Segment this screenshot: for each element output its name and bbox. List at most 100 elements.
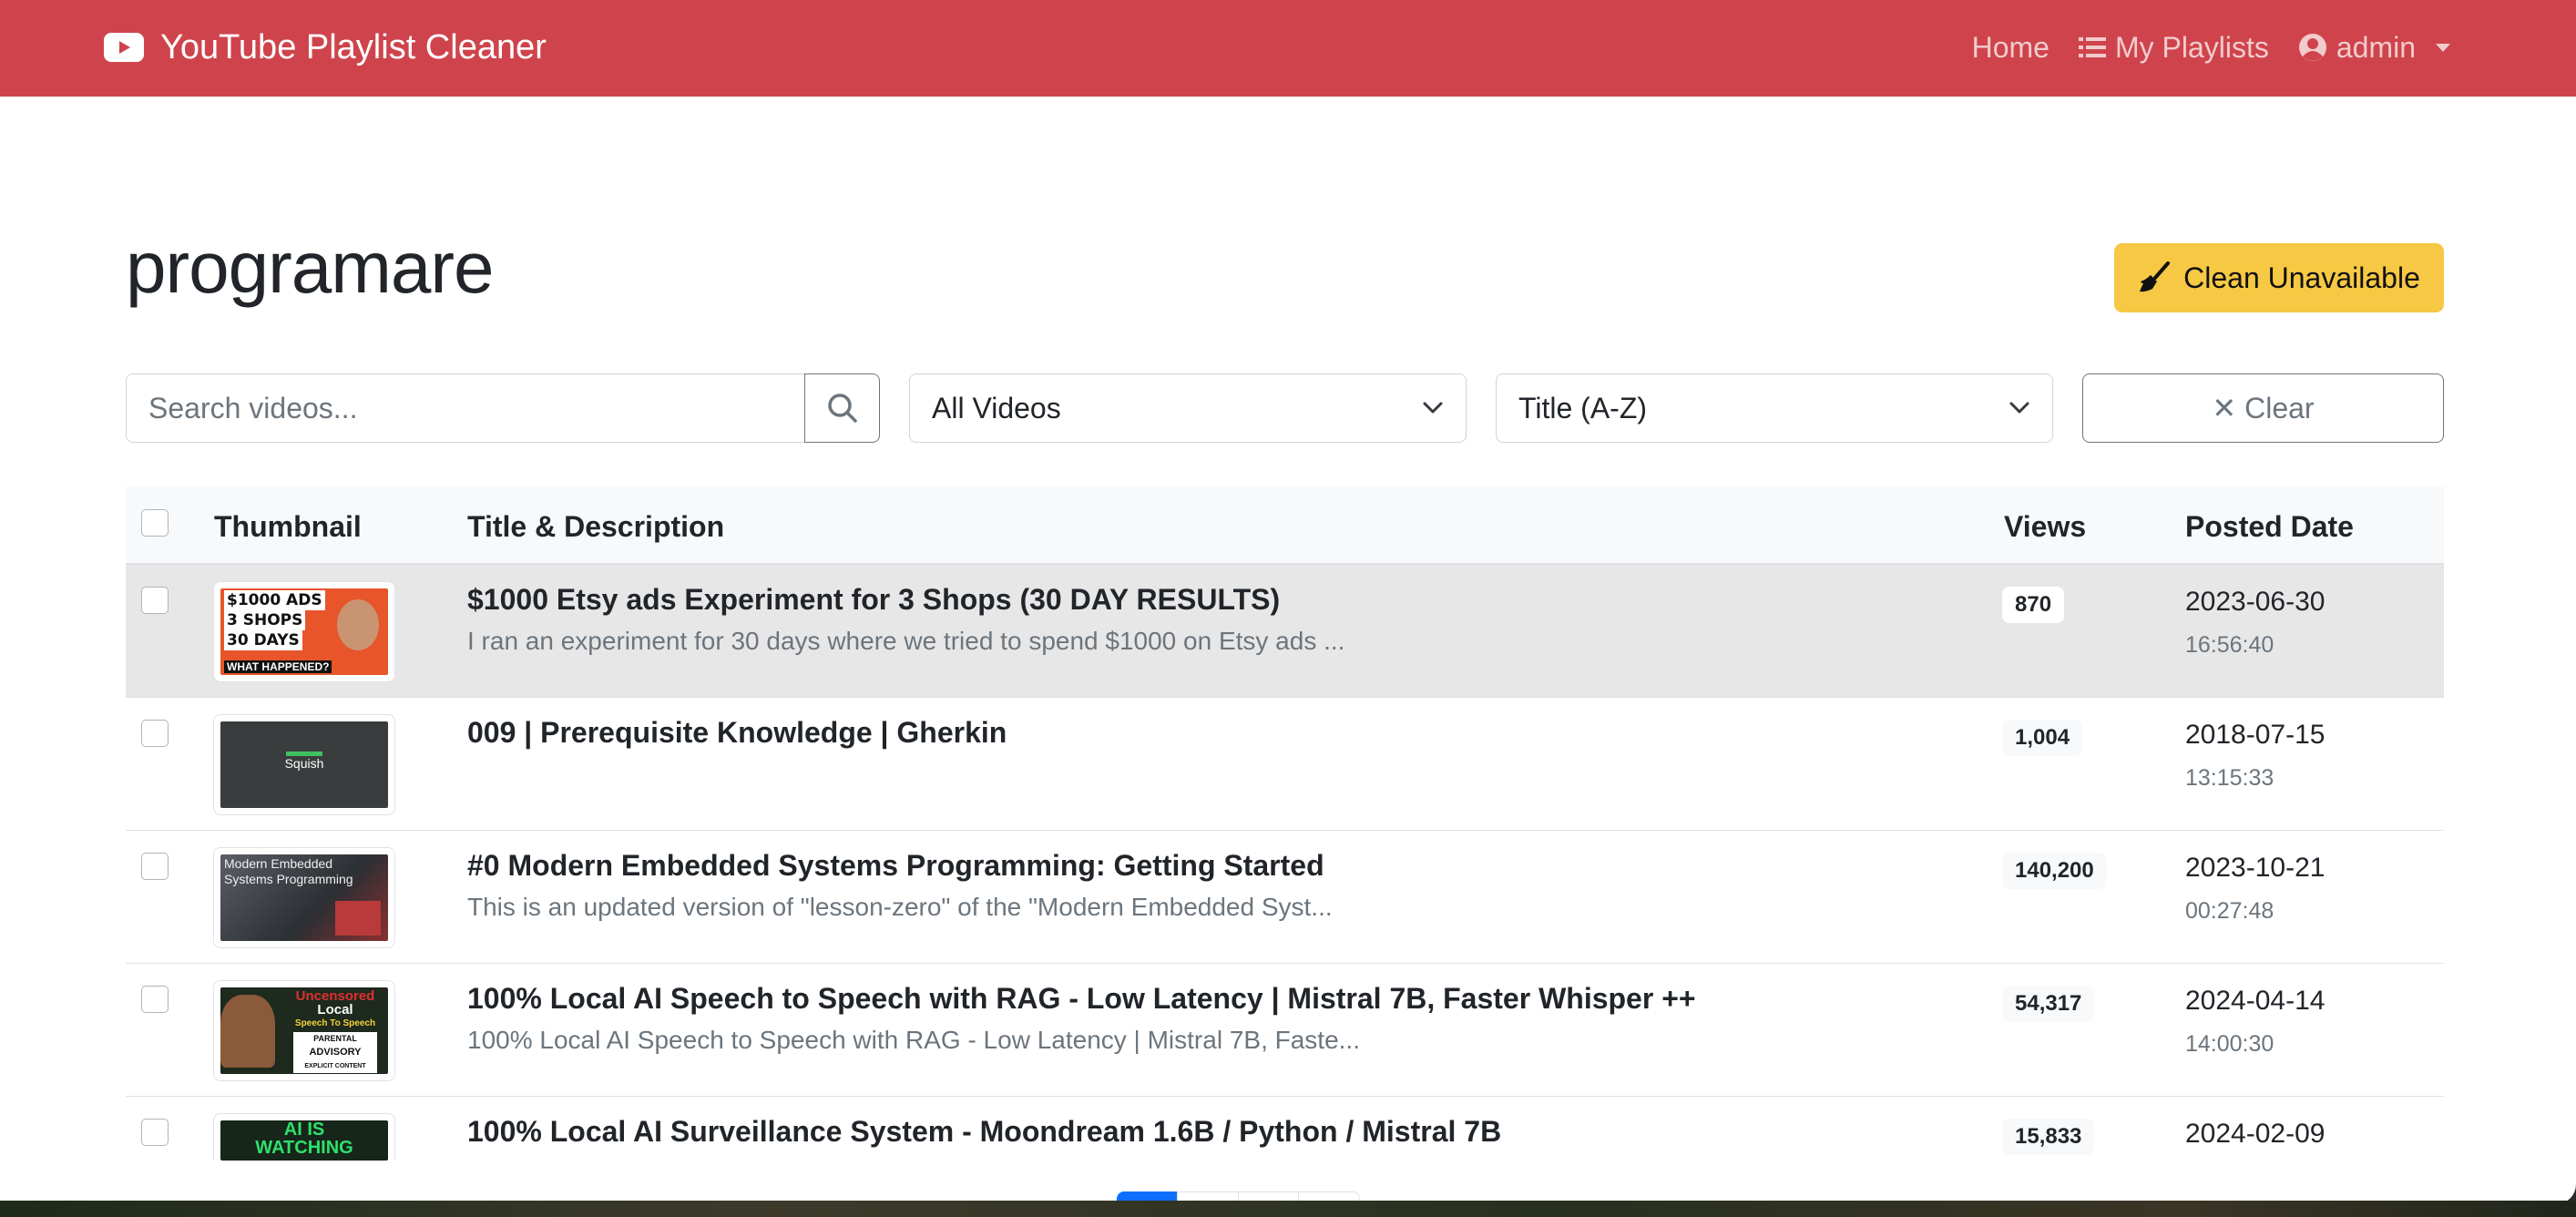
thumbnail-caption-line: 3 SHOPS [224, 610, 306, 630]
views-badge: 54,317 [2002, 986, 2095, 1022]
nav-playlists-link[interactable]: My Playlists [2078, 30, 2269, 65]
thumbnail-logo-bar [286, 752, 322, 756]
row-checkbox[interactable] [141, 986, 169, 1013]
video-thumbnail: Uncensored Local Speech To Speech PARENT… [213, 980, 395, 1081]
video-title[interactable]: $1000 Etsy ads Experiment for 3 Shops (3… [467, 583, 1280, 617]
thumbnail-image: AI IS WATCHING [220, 1120, 388, 1161]
nav-home-label: Home [1971, 30, 2050, 64]
search-icon [827, 394, 857, 423]
user-menu-dropdown[interactable]: admin [2298, 31, 2450, 65]
video-thumbnail: Squish [213, 714, 395, 815]
views-badge: 140,200 [2002, 853, 2107, 889]
views-badge: 870 [2002, 587, 2065, 623]
thumbnail-image: $1000 ADS 3 SHOPS 30 DAYS WHAT HAPPENED? [220, 588, 388, 675]
row-checkbox[interactable] [141, 587, 169, 614]
table-row[interactable]: $1000 ADS 3 SHOPS 30 DAYS WHAT HAPPENED?… [126, 565, 2444, 698]
chevron-down-icon [2009, 402, 2029, 414]
browser-window: YouTube Playlist Cleaner Home My Playlis… [0, 0, 2576, 1204]
thumbnail-caption-line: Speech To Speech [294, 1018, 376, 1028]
posted-time: 16:56:40 [2185, 632, 2274, 658]
thumbnail-caption: Squish [284, 756, 324, 771]
thumbnail-caption: Uncensored Local Speech To Speech PARENT… [284, 989, 386, 1073]
video-title[interactable]: 100% Local AI Speech to Speech with RAG … [467, 982, 1696, 1016]
thumbnail-caption-line: AI IS [283, 1120, 325, 1140]
person-face [337, 599, 379, 650]
brand-link[interactable]: YouTube Playlist Cleaner [104, 25, 547, 70]
desktop-background [0, 1201, 2576, 1217]
header-thumbnail: Thumbnail [214, 510, 362, 543]
user-name: admin [2336, 30, 2416, 64]
thumbnail-caption-line: 30 DAYS [224, 630, 302, 650]
views-badge: 15,833 [2002, 1119, 2095, 1155]
header-title: Title & Description [467, 510, 725, 543]
nav-links: Home My Playlists admin [1972, 25, 2450, 70]
posted-time: 13:15:33 [2185, 765, 2274, 791]
posted-date: 2023-10-21 [2185, 853, 2326, 883]
sort-value: Title (A-Z) [1518, 391, 1648, 424]
header-posted-date: Posted Date [2185, 510, 2354, 543]
thumbnail-caption: Modern Embedded Systems Programming [224, 856, 353, 887]
video-description: I ran an experiment for 30 days where we… [467, 627, 1345, 655]
thumbnail-caption-line: ADVISORY [293, 1046, 377, 1059]
thumbnail-caption-line: EXPLICIT CONTENT [293, 1059, 377, 1073]
posted-date: 2023-06-30 [2185, 587, 2326, 617]
navbar: YouTube Playlist Cleaner Home My Playlis… [0, 0, 2576, 97]
thumbnail-caption-line: Systems Programming [224, 872, 353, 886]
thumbnail-caption-line: Local [317, 1002, 353, 1018]
thumbnail-image: Squish [220, 721, 388, 808]
chevron-down-icon [1423, 402, 1443, 414]
sort-select[interactable]: Title (A-Z) [1496, 373, 2053, 443]
posted-date: 2024-04-14 [2185, 986, 2326, 1016]
person-face [220, 995, 275, 1068]
thumbnail-caption-line: Uncensored [295, 988, 375, 1004]
clean-unavailable-label: Clean Unavailable [2183, 261, 2420, 294]
row-checkbox[interactable] [141, 720, 169, 747]
row-checkbox[interactable] [141, 1119, 169, 1146]
posted-date: 2024-02-09 [2185, 1119, 2326, 1149]
posted-time: 00:27:48 [2185, 898, 2274, 924]
table-row[interactable]: AI IS WATCHING 100% Local AI Surveillanc… [126, 1097, 2444, 1161]
nav-home-link[interactable]: Home [1972, 31, 2050, 65]
clear-filters-label: ✕ Clear [2212, 392, 2315, 424]
video-description: 100% Local AI Speech to Speech with RAG … [467, 1026, 1360, 1054]
nav-playlists-label: My Playlists [2114, 30, 2269, 64]
list-icon [2078, 37, 2106, 57]
thumbnail-image: Uncensored Local Speech To Speech PARENT… [220, 987, 388, 1074]
thumbnail-board [335, 901, 381, 936]
video-filter-value: All Videos [932, 391, 1061, 424]
thumbnail-caption-line: WHAT HAPPENED? [224, 660, 332, 673]
youtube-icon [104, 33, 144, 62]
chevron-down-icon [2436, 43, 2450, 52]
video-thumbnail: $1000 ADS 3 SHOPS 30 DAYS WHAT HAPPENED? [213, 581, 395, 682]
user-circle-icon [2298, 34, 2326, 61]
table-row[interactable]: Modern Embedded Systems Programming #0 M… [126, 831, 2444, 964]
page-title: programare [126, 227, 495, 308]
video-title[interactable]: 009 | Prerequisite Knowledge | Gherkin [467, 716, 1007, 750]
header-views: Views [2004, 510, 2087, 543]
video-title[interactable]: 100% Local AI Surveillance System - Moon… [467, 1115, 1501, 1149]
video-title[interactable]: #0 Modern Embedded Systems Programming: … [467, 849, 1324, 883]
video-thumbnail: Modern Embedded Systems Programming [213, 847, 395, 948]
thumbnail-caption: $1000 ADS 3 SHOPS 30 DAYS [224, 590, 325, 650]
posted-time: 14:00:30 [2185, 1031, 2274, 1057]
clear-filters-button[interactable]: ✕ Clear [2082, 373, 2444, 443]
thumbnail-image: Modern Embedded Systems Programming [220, 854, 388, 941]
video-thumbnail: AI IS WATCHING [213, 1113, 395, 1161]
thumbnail-caption-line: WATCHING [255, 1138, 353, 1158]
broom-icon [2140, 261, 2171, 292]
thumbnail-caption: AI IS WATCHING [220, 1120, 388, 1157]
posted-date: 2018-07-15 [2185, 720, 2326, 750]
thumbnail-caption-line: PARENTAL [293, 1032, 377, 1046]
search-button[interactable] [804, 373, 880, 443]
table-row[interactable]: Uncensored Local Speech To Speech PARENT… [126, 964, 2444, 1097]
video-filter-select[interactable]: All Videos [909, 373, 1467, 443]
select-all-checkbox[interactable] [141, 509, 169, 537]
row-checkbox[interactable] [141, 853, 169, 880]
search-group [126, 373, 880, 443]
thumbnail-caption-line: $1000 ADS [224, 590, 325, 610]
table-row[interactable]: Squish 009 | Prerequisite Knowledge | Gh… [126, 698, 2444, 831]
views-badge: 1,004 [2002, 720, 2083, 756]
clean-unavailable-button[interactable]: Clean Unavailable [2114, 243, 2444, 312]
search-input[interactable] [126, 373, 804, 443]
table-header: Thumbnail Title & Description Views Post… [126, 486, 2444, 565]
